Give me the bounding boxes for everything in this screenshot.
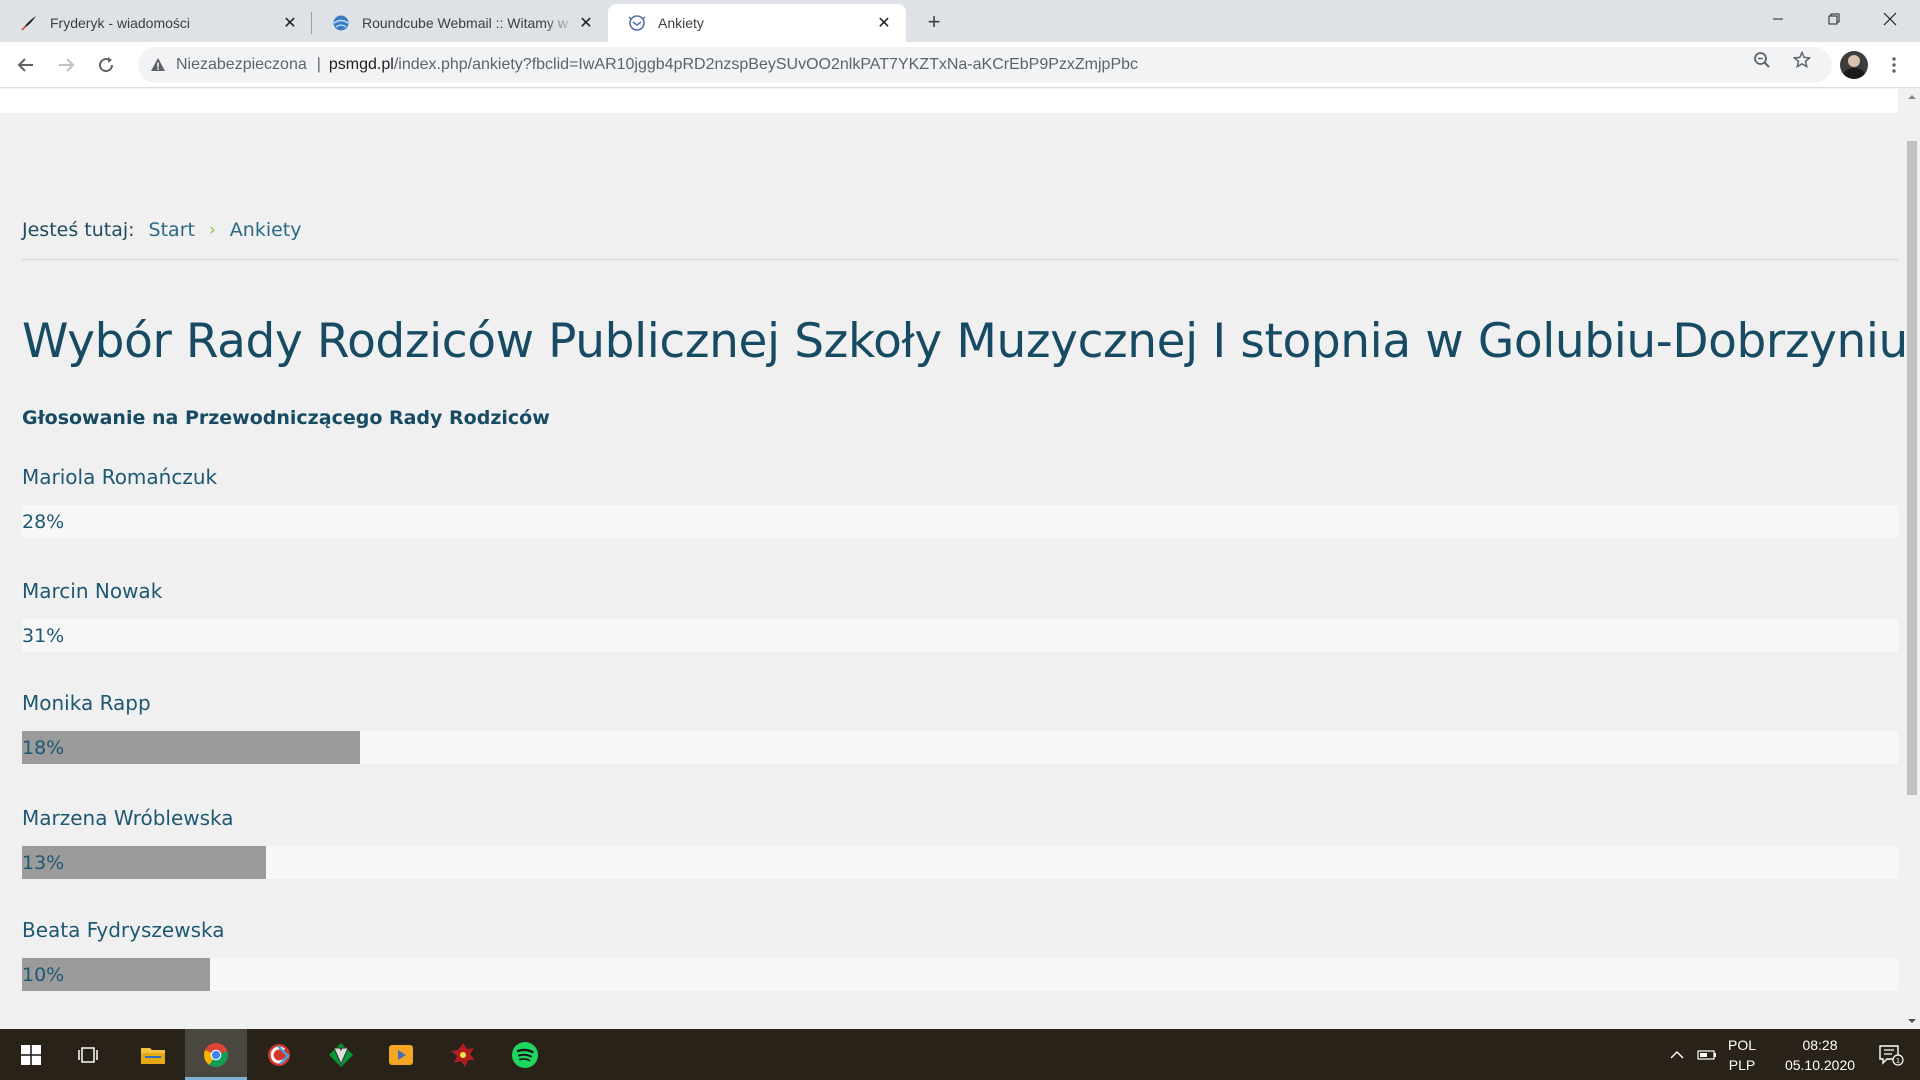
- tab-title: Roundcube Webmail :: Witamy w: [362, 15, 568, 31]
- close-tab-icon[interactable]: ✕: [874, 13, 894, 33]
- bookmark-star-icon[interactable]: [1792, 50, 1812, 70]
- candidate-name: Beata Fydryszewska: [22, 918, 225, 942]
- ccleaner-icon[interactable]: [248, 1029, 310, 1080]
- action-center-button[interactable]: 1: [1862, 1029, 1920, 1080]
- scroll-up-arrow-icon[interactable]: [1908, 93, 1916, 101]
- result-bar-track: 18%: [22, 731, 1898, 764]
- more-vert-icon: [1892, 57, 1896, 73]
- reload-button[interactable]: [90, 49, 122, 81]
- windows-taskbar: POL PLP 08:28 05.10.2020 1: [0, 1029, 1920, 1080]
- poll-result-item: Monika Rapp 18%: [22, 687, 1898, 764]
- browser-menu-button[interactable]: [1882, 50, 1906, 80]
- candidate-name: Monika Rapp: [22, 691, 151, 715]
- candidate-name: Marzena Wróblewska: [22, 806, 234, 830]
- game-icon[interactable]: [432, 1029, 494, 1080]
- notification-icon: 1: [1879, 1044, 1904, 1066]
- spotify-icon[interactable]: [494, 1029, 556, 1080]
- page-viewport: Jesteś tutaj: Start › Ankiety Wybór Rady…: [0, 89, 1904, 1029]
- tab-fryderyk[interactable]: Fryderyk - wiadomości ✕: [0, 4, 312, 42]
- result-bar-track: 10%: [22, 958, 1898, 991]
- address-separator: |: [316, 56, 321, 73]
- candidate-name: Marcin Nowak: [22, 579, 163, 603]
- result-bar-track: 31%: [22, 619, 1898, 652]
- chrome-icon[interactable]: [185, 1029, 247, 1080]
- poll-result-item: Mariola Romańczuk 28%: [22, 461, 1898, 538]
- arrow-left-icon: [17, 58, 33, 72]
- keyboard-layout: PLP: [1728, 1057, 1756, 1073]
- language-code: POL: [1727, 1037, 1756, 1053]
- poll-result-item: Marcin Nowak 31%: [22, 575, 1898, 652]
- file-explorer-icon[interactable]: [122, 1029, 184, 1080]
- result-bar-fill: [22, 731, 360, 764]
- breadcrumb-divider: [22, 259, 1898, 260]
- url-domain: psmgd.pl: [328, 56, 394, 73]
- scroll-down-arrow-icon[interactable]: [1908, 1017, 1916, 1025]
- clock-time: 08:28: [1802, 1037, 1838, 1053]
- result-percent: 13%: [22, 852, 65, 874]
- clock-date: 05.10.2020: [1784, 1057, 1856, 1073]
- result-bar-track: 28%: [22, 505, 1898, 538]
- candidate-name: Mariola Romańczuk: [22, 465, 218, 489]
- input-language-indicator[interactable]: POL PLP: [1722, 1035, 1762, 1075]
- forward-button[interactable]: [50, 49, 82, 81]
- notification-count: 1: [1896, 1056, 1900, 1065]
- browser-toolbar: Niezabezpieczona | psmgd.pl /index.php/a…: [0, 42, 1920, 88]
- roundcube-globe-icon: [332, 14, 350, 32]
- header-strip: [0, 89, 1898, 113]
- media-player-icon[interactable]: [370, 1029, 432, 1080]
- close-tab-icon[interactable]: ✕: [280, 13, 300, 33]
- address-bar[interactable]: Niezabezpieczona | psmgd.pl /index.php/a…: [138, 47, 1832, 83]
- result-percent: 31%: [22, 625, 65, 647]
- system-clock[interactable]: 08:28 05.10.2020: [1780, 1035, 1860, 1075]
- restore-button[interactable]: [1806, 0, 1862, 38]
- result-percent: 28%: [22, 511, 65, 533]
- tab-title: Ankiety: [658, 15, 704, 31]
- breadcrumb: Jesteś tutaj: Start › Ankiety: [22, 219, 302, 241]
- url-path: /index.php/ankiety?fbclid=IwAR10jggb4pRD…: [393, 56, 1139, 73]
- back-button[interactable]: [10, 49, 42, 81]
- minimize-icon: [1773, 18, 1783, 20]
- poll-result-item: Marzena Wróblewska 13%: [22, 802, 1898, 879]
- ankiety-favicon-icon: [628, 14, 646, 32]
- new-tab-button[interactable]: +: [920, 8, 948, 36]
- breadcrumb-link-ankiety[interactable]: Ankiety: [230, 219, 302, 241]
- page-title: Wybór Rady Rodziców Publicznej Szkoły Mu…: [22, 314, 1904, 369]
- close-window-button[interactable]: [1862, 0, 1918, 38]
- profile-avatar[interactable]: [1840, 51, 1868, 79]
- vim-icon[interactable]: [310, 1029, 372, 1080]
- windows-start-icon[interactable]: [0, 1029, 62, 1080]
- scrollbar-thumb[interactable]: [1907, 141, 1917, 795]
- page-scrollbar[interactable]: [1904, 89, 1920, 1029]
- tab-title: Fryderyk - wiadomości: [50, 15, 191, 31]
- battery-icon[interactable]: [1694, 1029, 1720, 1080]
- arrow-right-icon: [59, 58, 75, 72]
- quill-pen-icon: [20, 14, 38, 32]
- result-percent: 10%: [22, 964, 65, 986]
- warning-triangle-icon[interactable]: [148, 57, 168, 73]
- security-status-label[interactable]: Niezabezpieczona: [176, 56, 307, 74]
- minimize-button[interactable]: [1750, 0, 1806, 38]
- chevron-up-icon[interactable]: [1664, 1029, 1690, 1080]
- close-tab-icon[interactable]: ✕: [576, 13, 596, 33]
- browser-tab-strip: Fryderyk - wiadomości ✕ Roundcube Webmai…: [0, 0, 1920, 42]
- tab-ankiety[interactable]: Ankiety ✕: [608, 4, 906, 42]
- breadcrumb-chevron-icon: ›: [208, 220, 216, 240]
- tab-roundcube[interactable]: Roundcube Webmail :: Witamy w ✕: [312, 4, 608, 42]
- task-view-icon[interactable]: [58, 1029, 120, 1080]
- restore-icon: [1828, 13, 1840, 25]
- result-bar-track: 13%: [22, 846, 1898, 879]
- result-percent: 18%: [22, 737, 65, 759]
- poll-result-item: Beata Fydryszewska 10%: [22, 914, 1898, 991]
- reload-icon: [99, 57, 114, 73]
- poll-question: Głosowanie na Przewodniczącego Rady Rodz…: [22, 407, 550, 429]
- close-icon: [1883, 12, 1897, 26]
- zoom-icon[interactable]: [1752, 50, 1772, 70]
- breadcrumb-lead: Jesteś tutaj:: [22, 219, 135, 241]
- breadcrumb-link-start[interactable]: Start: [149, 219, 195, 241]
